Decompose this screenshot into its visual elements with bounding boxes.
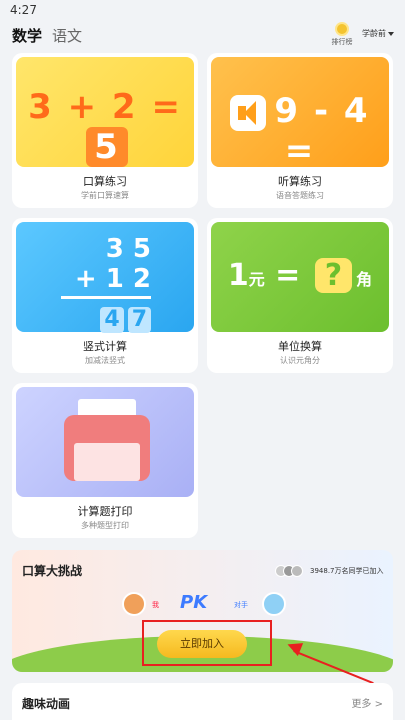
- opponent-avatar: [262, 592, 286, 616]
- card-vertical-calc[interactable]: 3 5 + 1 2 47 竖式计算 加减法竖式: [12, 218, 198, 373]
- participant-avatars: [275, 565, 309, 577]
- eq-num-b: 2: [111, 87, 138, 127]
- my-avatar: [122, 592, 146, 616]
- section-title: 趣味动画: [22, 697, 71, 711]
- unit-equals: =: [275, 258, 301, 293]
- card-subtitle: 加减法竖式: [85, 356, 125, 365]
- avatar: [291, 565, 303, 577]
- fun-animation-section: 趣味动画 更多 >: [12, 683, 393, 720]
- opponent-label: 对手: [234, 601, 248, 609]
- vertical-calc-art: 3 5 + 1 2 47: [16, 222, 194, 333]
- eq-op: -: [313, 91, 331, 131]
- vertical-answer-1: 4: [100, 307, 124, 333]
- tab-math[interactable]: 数学: [12, 25, 42, 46]
- unit-num: 1: [227, 258, 249, 293]
- vertical-bottom: + 1 2: [74, 264, 151, 294]
- unit-convert-art: 1元 = ? 角: [211, 222, 389, 332]
- card-title: 口算练习: [83, 175, 127, 188]
- card-title: 竖式计算: [83, 340, 127, 353]
- eq-op: +: [67, 87, 99, 127]
- card-title: 计算题打印: [77, 505, 133, 518]
- challenge-title: 口算大挑战: [22, 564, 83, 578]
- ranking-label: 排行榜: [331, 38, 353, 46]
- card-unit-convert[interactable]: 1元 = ? 角 单位换算 认识元角分: [207, 218, 393, 373]
- unit-yuan: 元: [248, 270, 265, 289]
- printed-sheet: [74, 443, 140, 481]
- trophy-icon: [335, 22, 349, 36]
- more-link[interactable]: 更多 >: [351, 695, 383, 710]
- vertical-top: 3 5: [105, 234, 151, 264]
- highlight-box: [142, 620, 272, 666]
- chevron-down-icon: [388, 31, 394, 36]
- card-subtitle: 学前口算速算: [81, 191, 129, 200]
- eq-equals: =: [284, 131, 316, 171]
- oral-calc-art: 3 + 2 = 5: [16, 57, 194, 167]
- speaker-icon: [230, 94, 267, 131]
- unit-jiao: 角: [356, 270, 373, 289]
- participant-count: 3948.7万名同学已加入: [310, 567, 384, 575]
- eq-num-b: 4: [343, 91, 370, 131]
- ranking-button[interactable]: 排行榜: [327, 20, 357, 47]
- listen-calc-art: 9 - 4 =: [211, 57, 389, 171]
- card-subtitle: 语音答题练习: [276, 191, 324, 200]
- eq-num-a: 3: [28, 87, 54, 127]
- vertical-line: [61, 296, 151, 299]
- status-bar: 4:27: [0, 0, 405, 20]
- tab-chinese[interactable]: 语文: [52, 25, 82, 46]
- vertical-answer-2: 7: [127, 307, 151, 333]
- card-print[interactable]: 计算题打印 多种题型打印: [12, 383, 198, 538]
- card-oral-calc[interactable]: 3 + 2 = 5 口算练习 学前口算速算: [12, 53, 198, 208]
- header: 数学 语文 排行榜 学龄前: [0, 20, 405, 52]
- eq-answer-box: 5: [86, 127, 128, 167]
- grade-label: 学龄前: [362, 29, 386, 38]
- card-title: 听算练习: [278, 175, 322, 188]
- eq-equals: =: [151, 87, 182, 127]
- card-subtitle: 认识元角分: [280, 356, 320, 365]
- question-box: ?: [314, 258, 353, 293]
- pk-label: PK: [180, 592, 208, 613]
- status-time: 4:27: [10, 3, 37, 17]
- card-title: 单位换算: [278, 340, 322, 353]
- printer-art: [16, 387, 194, 497]
- card-listen-calc[interactable]: 9 - 4 = 听算练习 语音答题练习: [207, 53, 393, 208]
- pk-row: 我 PK 对手: [122, 592, 302, 618]
- card-subtitle: 多种题型打印: [81, 521, 129, 530]
- eq-num-a: 9: [274, 91, 301, 131]
- me-label: 我: [152, 601, 159, 609]
- grade-selector[interactable]: 学龄前: [362, 28, 394, 39]
